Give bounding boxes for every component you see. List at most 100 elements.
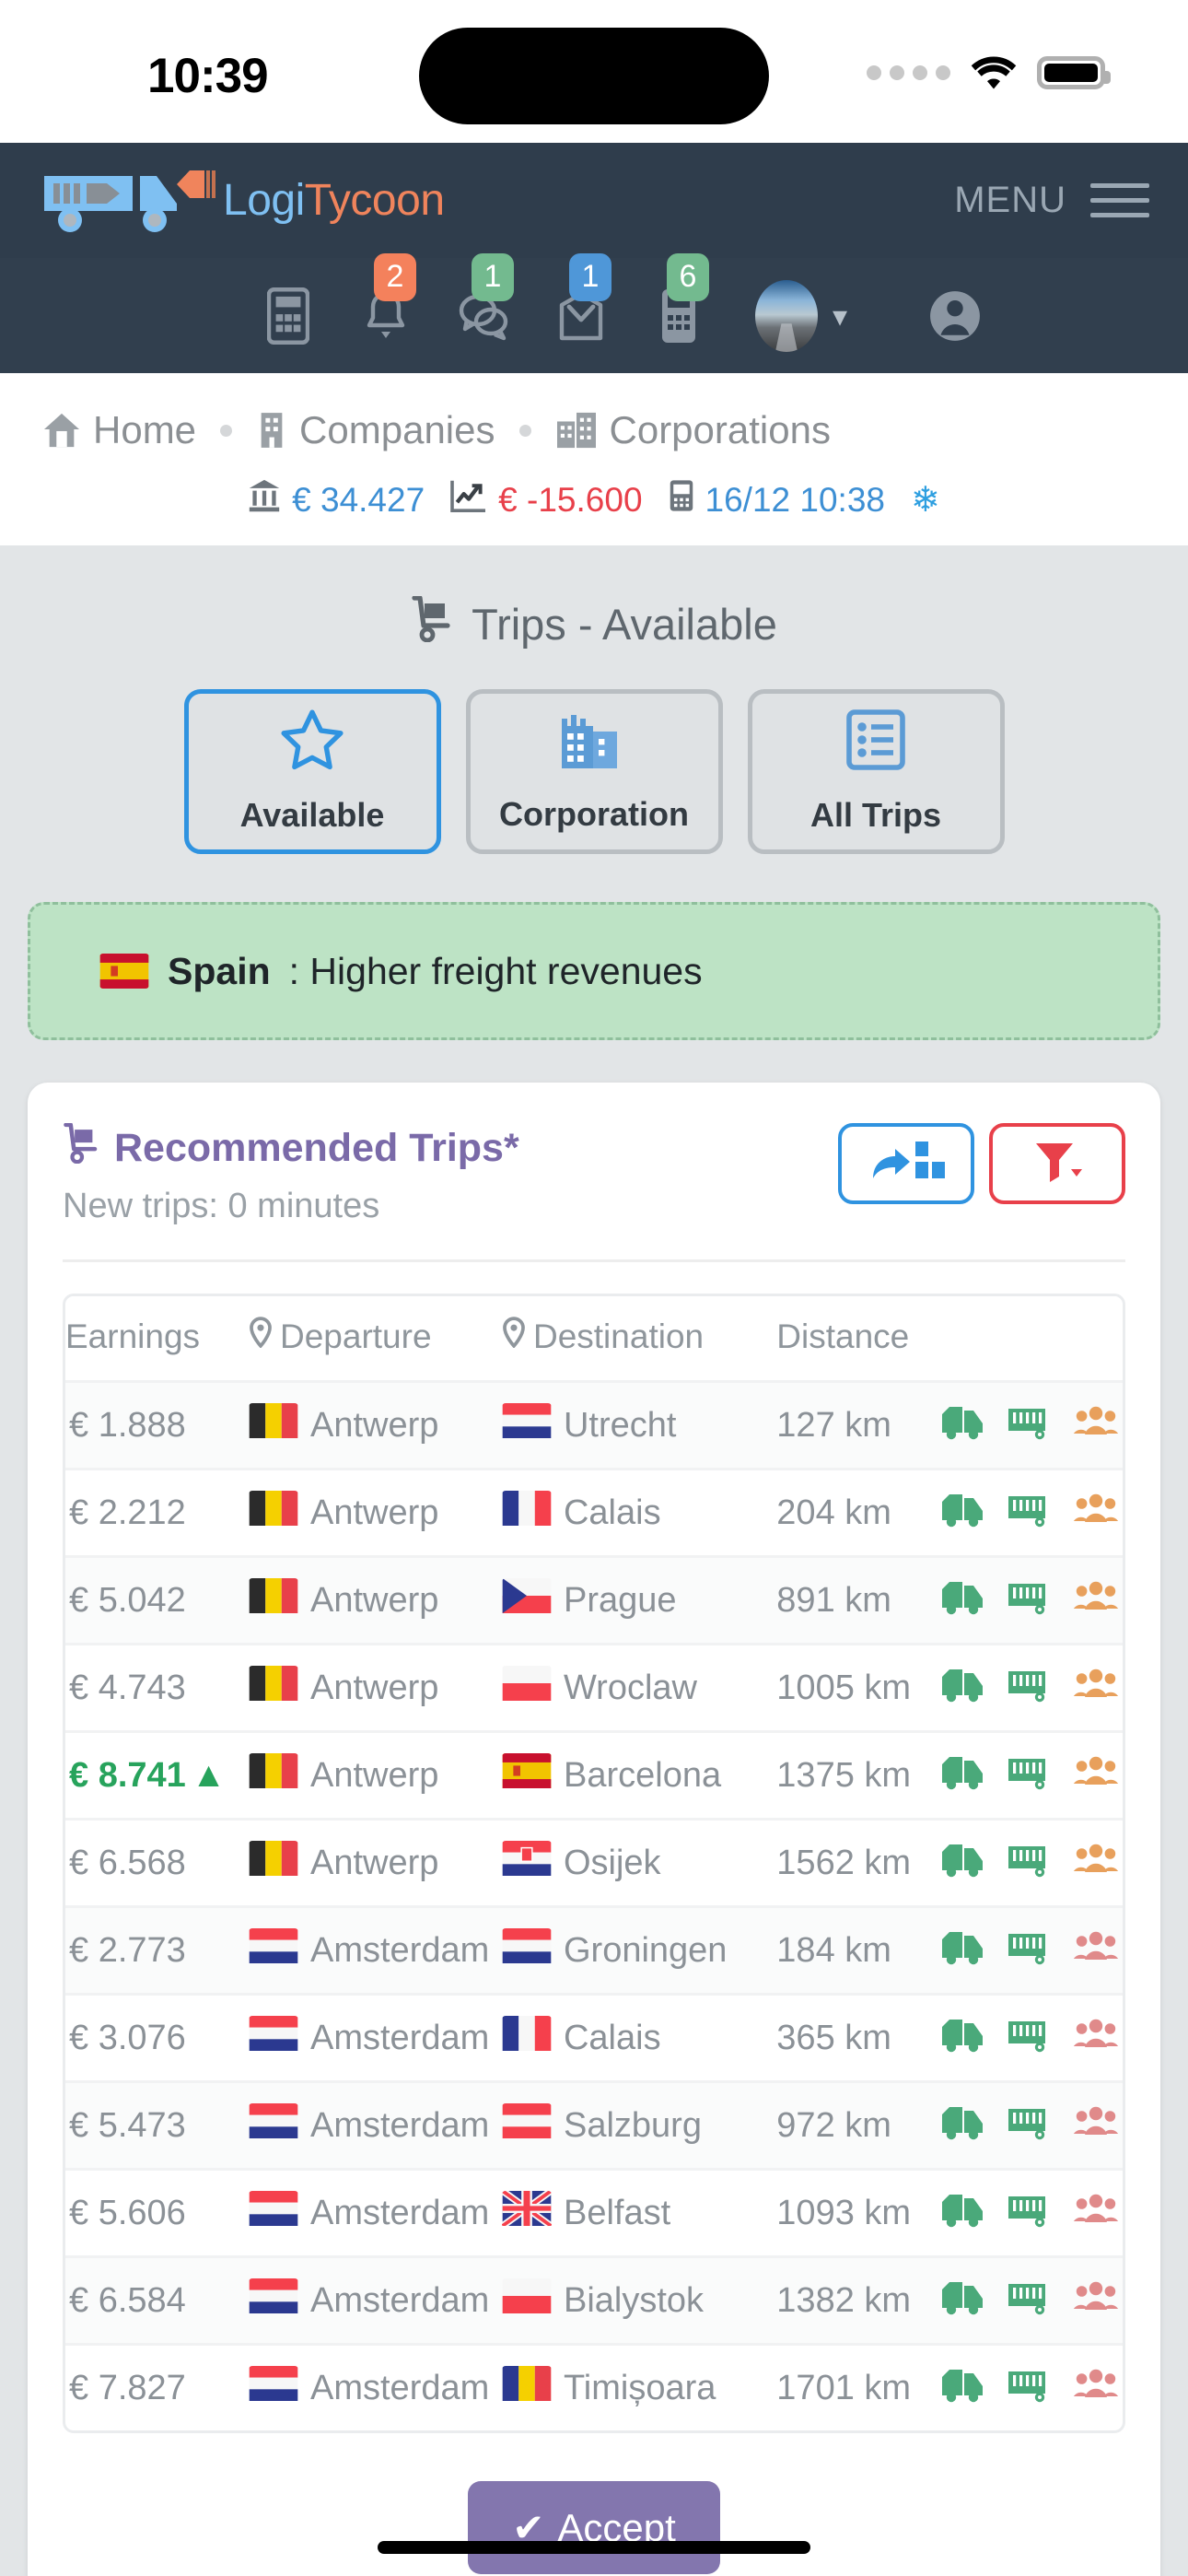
account-switcher[interactable]: ▾ (754, 279, 847, 352)
chat-icon[interactable]: 1 (457, 252, 514, 347)
trailer-icon[interactable] (1007, 2277, 1053, 2324)
people-icon[interactable] (1073, 1401, 1119, 1449)
accept-row: ✔ Accept (63, 2433, 1125, 2576)
people-icon[interactable] (1073, 1751, 1119, 1799)
destination-city: Bialystok (563, 2280, 705, 2320)
th-earnings[interactable]: Earnings (65, 1296, 249, 1382)
truck-icon[interactable] (940, 2277, 986, 2324)
truck-icon[interactable] (940, 2014, 986, 2062)
mobile-icon[interactable]: 6 (652, 252, 709, 347)
truck-icon[interactable] (940, 1839, 986, 1887)
cell-earnings: € 3.076 (69, 2018, 186, 2057)
trailer-icon[interactable] (1007, 2102, 1053, 2149)
breadcrumb-item-companies[interactable]: Companies (256, 408, 495, 452)
table-row[interactable]: € 5.606 Amsterdam Belfast 1093 km (65, 2169, 1123, 2257)
cell-icons (940, 1820, 1123, 1907)
trip-filter-tabs: Available Corporation All Trips (0, 689, 1188, 902)
people-icon[interactable] (1073, 2277, 1119, 2324)
phone-screen: 10:39 LogiTycoon MENU 2 1 1 6 ▾ Home Com… (0, 0, 1188, 2576)
breadcrumb-item-corporations[interactable]: Corporations (555, 408, 831, 452)
logo-text-first: Logi (223, 176, 305, 225)
destination-city: Salzburg (563, 2105, 702, 2145)
trailer-icon[interactable] (1007, 1401, 1053, 1449)
cell-destination: Timișoara (502, 2345, 776, 2431)
truck-icon[interactable] (940, 1576, 986, 1624)
th-destination[interactable]: Destination (501, 1296, 777, 1382)
people-icon[interactable] (1073, 1664, 1119, 1712)
share-boxes-button[interactable] (838, 1123, 974, 1204)
table-row[interactable]: € 3.076 Amsterdam Calais 365 km (65, 1994, 1123, 2082)
cell-departure: Antwerp (249, 1820, 502, 1907)
truck-icon[interactable] (940, 2102, 986, 2149)
table-row[interactable]: € 1.888 Antwerp Utrecht 127 km (65, 1381, 1123, 1469)
cell-distance: 891 km (776, 1580, 891, 1620)
th-icons (940, 1296, 1123, 1382)
people-icon[interactable] (1073, 1839, 1119, 1887)
cell-icons (940, 1382, 1123, 1469)
table-row[interactable]: € 5.042 Antwerp Prague 891 km (65, 1556, 1123, 1645)
th-distance[interactable]: Distance (776, 1296, 940, 1382)
filter-button[interactable] (989, 1123, 1125, 1204)
people-icon[interactable] (1073, 2364, 1119, 2412)
app-logo[interactable]: LogiTycoon (39, 167, 445, 235)
table-row[interactable]: € 6.568 Antwerp Osijek 1562 km (65, 1819, 1123, 1907)
people-icon[interactable] (1073, 2189, 1119, 2237)
menu-button[interactable]: MENU (954, 180, 1149, 221)
tab-corporation[interactable]: Corporation (465, 689, 723, 854)
departure-flag-icon (249, 2016, 298, 2060)
truck-icon[interactable] (940, 1489, 986, 1537)
cell-destination: Wroclaw (502, 1645, 776, 1732)
trailer-icon[interactable] (1007, 1926, 1053, 1974)
avatar[interactable] (754, 279, 818, 352)
truck-icon[interactable] (940, 1926, 986, 1974)
truck-icon[interactable] (940, 2189, 986, 2237)
accept-button[interactable]: ✔ Accept (468, 2481, 720, 2574)
trailer-icon[interactable] (1007, 1839, 1053, 1887)
bell-icon[interactable]: 2 (359, 252, 416, 347)
cell-departure: Antwerp (249, 1382, 502, 1469)
truck-icon[interactable] (940, 1664, 986, 1712)
trailer-icon[interactable] (1007, 1489, 1053, 1537)
trailer-icon[interactable] (1007, 1664, 1053, 1712)
table-row[interactable]: € 8.741 ▲ Antwerp Barcelona 1375 km (65, 1731, 1123, 1820)
people-icon[interactable] (1073, 2014, 1119, 2062)
table-row[interactable]: € 4.743 Antwerp Wroclaw 1005 km (65, 1644, 1123, 1732)
table-row[interactable]: € 2.212 Antwerp Calais 204 km (65, 1469, 1123, 1557)
truck-icon[interactable] (940, 1751, 986, 1799)
truck-icon[interactable] (940, 1401, 986, 1449)
people-icon[interactable] (1073, 1576, 1119, 1624)
table-row[interactable]: € 6.584 Amsterdam Bialystok 1382 km (65, 2256, 1123, 2345)
hamburger-icon[interactable] (1090, 183, 1149, 217)
people-icon[interactable] (1073, 1489, 1119, 1537)
destination-city: Utrecht (563, 1405, 677, 1445)
departure-flag-icon (249, 1491, 298, 1535)
destination-flag-icon (502, 1753, 552, 1797)
bell-badge: 2 (373, 252, 416, 301)
trailer-icon[interactable] (1007, 2189, 1053, 2237)
people-icon[interactable] (1073, 1926, 1119, 1974)
trailer-icon[interactable] (1007, 2364, 1053, 2412)
table-row[interactable]: € 5.473 Amsterdam Salzburg 972 km (65, 2081, 1123, 2170)
truck-logo-icon (39, 167, 219, 235)
calculator-icon[interactable] (262, 285, 315, 347)
trailer-icon[interactable] (1007, 1751, 1053, 1799)
envelope-icon[interactable]: 1 (554, 252, 611, 347)
user-circle-icon[interactable] (928, 285, 982, 347)
truck-icon[interactable] (940, 2364, 986, 2412)
tab-label: Available (239, 796, 385, 834)
table-row[interactable]: € 7.827 Amsterdam Timișoara 1701 km (65, 2344, 1123, 2431)
card-title: Recommended Trips* (63, 1122, 519, 1174)
table-row[interactable]: € 2.773 Amsterdam Groningen 184 km (65, 1906, 1123, 1995)
tab-all-trips[interactable]: All Trips (747, 689, 1005, 854)
trailer-icon[interactable] (1007, 1576, 1053, 1624)
people-icon[interactable] (1073, 2102, 1119, 2149)
breadcrumb-item-home[interactable]: Home (42, 408, 196, 452)
th-departure[interactable]: Departure (249, 1296, 502, 1382)
cell-departure: Amsterdam (249, 2170, 502, 2257)
tab-available[interactable]: Available (183, 689, 441, 854)
trailer-icon[interactable] (1007, 2014, 1053, 2062)
destination-flag-icon (502, 2103, 552, 2148)
destination-flag-icon (502, 1403, 552, 1447)
stats-bar: € 34.427 € -15.600 16/12 10:38 ❄ (0, 478, 1188, 521)
chevron-down-icon[interactable]: ▾ (833, 301, 847, 331)
